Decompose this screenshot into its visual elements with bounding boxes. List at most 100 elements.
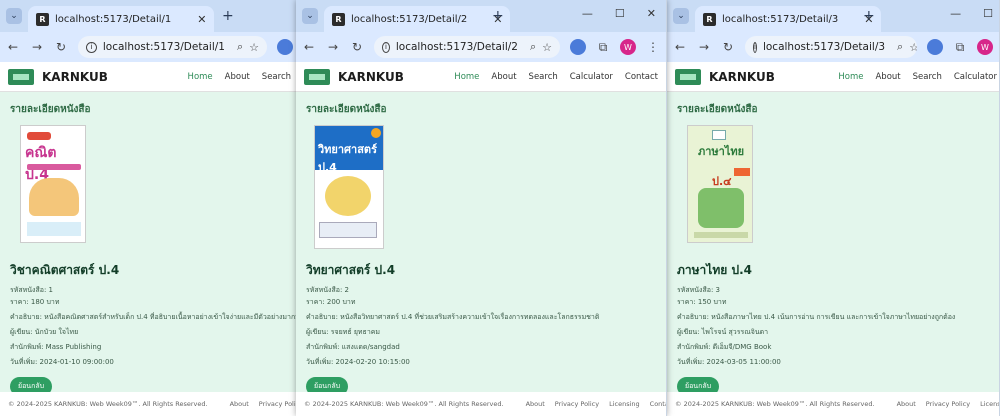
reload-icon[interactable]: ↻ xyxy=(350,40,364,54)
zoom-icon[interactable]: ⌕ xyxy=(237,40,243,54)
footer-link-privacy[interactable]: Privacy Policy xyxy=(555,400,599,408)
book-cover-image: วิทยาศาสตร์ ป.4 xyxy=(314,125,384,249)
tab-strip: ⌄ R localhost:5173/Detail/1 ✕ + xyxy=(0,0,299,32)
new-tab-icon[interactable]: + xyxy=(863,8,875,24)
book-title: วิทยาศาสตร์ ป.4 xyxy=(306,263,396,277)
nav-links: Home About Search xyxy=(188,72,291,82)
browser-tab[interactable]: R localhost:5173/Detail/2 ✕ xyxy=(324,6,511,32)
footer-link-privacy[interactable]: Privacy Policy xyxy=(259,400,299,408)
nav-home[interactable]: Home xyxy=(454,72,479,82)
logo-icon[interactable] xyxy=(8,68,34,85)
close-tab-icon[interactable]: ✕ xyxy=(197,13,206,26)
footer-link-licensing[interactable]: Licensing xyxy=(980,400,999,408)
menu-kebab-icon[interactable]: ⋮ xyxy=(646,40,660,54)
page-viewport: KARNKUB Home About Search Calculator ราย… xyxy=(667,62,999,416)
forward-arrow-icon[interactable]: → xyxy=(30,40,44,54)
url-text: localhost:5173/Detail/1 xyxy=(102,41,225,53)
nav-contact[interactable]: Contact xyxy=(625,72,658,82)
tab-search-icon[interactable]: ⌄ xyxy=(673,8,689,24)
book-description: คำอธิบาย: หนังสือคณิตศาสตร์สำหรับเด็ก ป.… xyxy=(10,313,300,321)
site-info-icon[interactable]: i xyxy=(86,41,97,53)
tab-search-icon[interactable]: ⌄ xyxy=(302,8,318,24)
reload-icon[interactable]: ↻ xyxy=(721,40,735,54)
close-window-icon[interactable]: ✕ xyxy=(647,7,656,20)
site-navbar: KARNKUB Home About Search Calculator Con… xyxy=(296,62,666,92)
window-controls: — ☐ xyxy=(950,7,993,20)
profile-avatar-icon[interactable]: W xyxy=(977,39,993,55)
extension-icon[interactable] xyxy=(927,39,943,55)
book-price: ราคา: 150 บาท xyxy=(677,298,727,306)
site-info-icon[interactable]: i xyxy=(753,41,757,53)
new-tab-icon[interactable]: + xyxy=(492,8,504,24)
extensions-puzzle-icon[interactable]: ⧉ xyxy=(953,40,967,55)
nav-calculator[interactable]: Calculator xyxy=(570,72,613,82)
footer-link-privacy[interactable]: Privacy Policy xyxy=(926,400,970,408)
extension-icon[interactable] xyxy=(277,39,293,55)
maximize-icon[interactable]: ☐ xyxy=(983,7,993,20)
address-bar[interactable]: i localhost:5173/Detail/2 ⌕ ☆ xyxy=(374,36,560,58)
footer-link-licensing[interactable]: Licensing xyxy=(609,400,640,408)
book-id: รหัสหนังสือ: 1 xyxy=(10,286,53,294)
book-description: คำอธิบาย: หนังสือวิทยาศาสตร์ ป.4 ที่ช่วย… xyxy=(306,313,600,321)
bookmark-star-icon[interactable]: ☆ xyxy=(909,41,917,54)
nav-about[interactable]: About xyxy=(875,72,900,82)
back-arrow-icon[interactable]: ← xyxy=(673,40,687,54)
site-info-icon[interactable]: i xyxy=(382,41,390,53)
address-bar[interactable]: i localhost:5173/Detail/3 ⌕ ☆ xyxy=(745,36,917,58)
book-meta: รหัสหนังสือ: 1 ราคา: 180 บาท คำอธิบาย: ห… xyxy=(10,284,300,368)
nav-search[interactable]: Search xyxy=(262,72,291,82)
back-arrow-icon[interactable]: ← xyxy=(302,40,316,54)
browser-window-3: ⌄ R localhost:5173/Detail/3 ✕ + — ☐ ← → … xyxy=(667,0,1000,416)
footer-link-about[interactable]: About xyxy=(526,400,545,408)
nav-links: Home About Search Calculator Contact xyxy=(454,72,658,82)
nav-calculator[interactable]: Calculator xyxy=(954,72,997,82)
page-viewport: KARNKUB Home About Search รายละเอียดหนัง… xyxy=(0,62,299,416)
back-arrow-icon[interactable]: ← xyxy=(6,40,20,54)
extension-icon[interactable] xyxy=(570,39,586,55)
brand-name[interactable]: KARNKUB xyxy=(709,70,775,84)
brand-name[interactable]: KARNKUB xyxy=(42,70,108,84)
nav-about[interactable]: About xyxy=(491,72,516,82)
site-footer: © 2024-2025 KARNKUB: Web Week09™. All Ri… xyxy=(0,392,299,416)
page-viewport: KARNKUB Home About Search Calculator Con… xyxy=(296,62,666,416)
nav-search[interactable]: Search xyxy=(529,72,558,82)
logo-icon[interactable] xyxy=(304,68,330,85)
book-title: วิชาคณิตศาสตร์ ป.4 xyxy=(10,263,120,277)
cover-title: ภาษาไทย xyxy=(698,145,745,158)
browser-tab[interactable]: R localhost:5173/Detail/1 ✕ xyxy=(28,6,215,32)
footer-link-contact[interactable]: Contact xyxy=(650,400,666,408)
zoom-icon[interactable]: ⌕ xyxy=(897,40,903,54)
bookmark-star-icon[interactable]: ☆ xyxy=(542,41,552,54)
window-controls: — ☐ ✕ xyxy=(582,7,656,20)
address-toolbar: ← → ↻ i localhost:5173/Detail/3 ⌕ ☆ ⧉ W xyxy=(667,32,999,62)
address-toolbar: ← → ↻ i localhost:5173/Detail/2 ⌕ ☆ ⧉ W … xyxy=(296,32,666,62)
extensions-puzzle-icon[interactable]: ⧉ xyxy=(596,40,610,55)
book-id: รหัสหนังสือ: 2 xyxy=(306,286,349,294)
footer-copyright: © 2024-2025 KARNKUB: Web Week09™. All Ri… xyxy=(304,400,504,408)
footer-link-about[interactable]: About xyxy=(897,400,916,408)
browser-tab[interactable]: R localhost:5173/Detail/3 ✕ xyxy=(695,6,882,32)
footer-link-about[interactable]: About xyxy=(230,400,249,408)
tab-title: localhost:5173/Detail/2 xyxy=(351,13,468,25)
profile-avatar-icon[interactable]: W xyxy=(620,39,636,55)
zoom-icon[interactable]: ⌕ xyxy=(530,40,536,54)
logo-icon[interactable] xyxy=(675,68,701,85)
nav-home[interactable]: Home xyxy=(838,72,863,82)
maximize-icon[interactable]: ☐ xyxy=(615,7,625,20)
address-bar[interactable]: i localhost:5173/Detail/1 ⌕ ☆ xyxy=(78,36,267,58)
forward-arrow-icon[interactable]: → xyxy=(697,40,711,54)
brand-name[interactable]: KARNKUB xyxy=(338,70,404,84)
nav-about[interactable]: About xyxy=(225,72,250,82)
book-author: ผู้เขียน: ไพโรจน์ สุวรรณจินดา xyxy=(677,328,769,336)
tab-search-icon[interactable]: ⌄ xyxy=(6,8,22,24)
reload-icon[interactable]: ↻ xyxy=(54,40,68,54)
book-meta: รหัสหนังสือ: 2 ราคา: 200 บาท คำอธิบาย: ห… xyxy=(306,284,656,368)
minimize-icon[interactable]: — xyxy=(582,7,593,20)
bookmark-star-icon[interactable]: ☆ xyxy=(249,41,259,54)
forward-arrow-icon[interactable]: → xyxy=(326,40,340,54)
book-description: คำอธิบาย: หนังสือภาษาไทย ป.4 เน้นการอ่าน… xyxy=(677,313,956,321)
new-tab-icon[interactable]: + xyxy=(222,8,234,24)
nav-search[interactable]: Search xyxy=(913,72,942,82)
nav-home[interactable]: Home xyxy=(188,72,213,82)
minimize-icon[interactable]: — xyxy=(950,7,961,20)
